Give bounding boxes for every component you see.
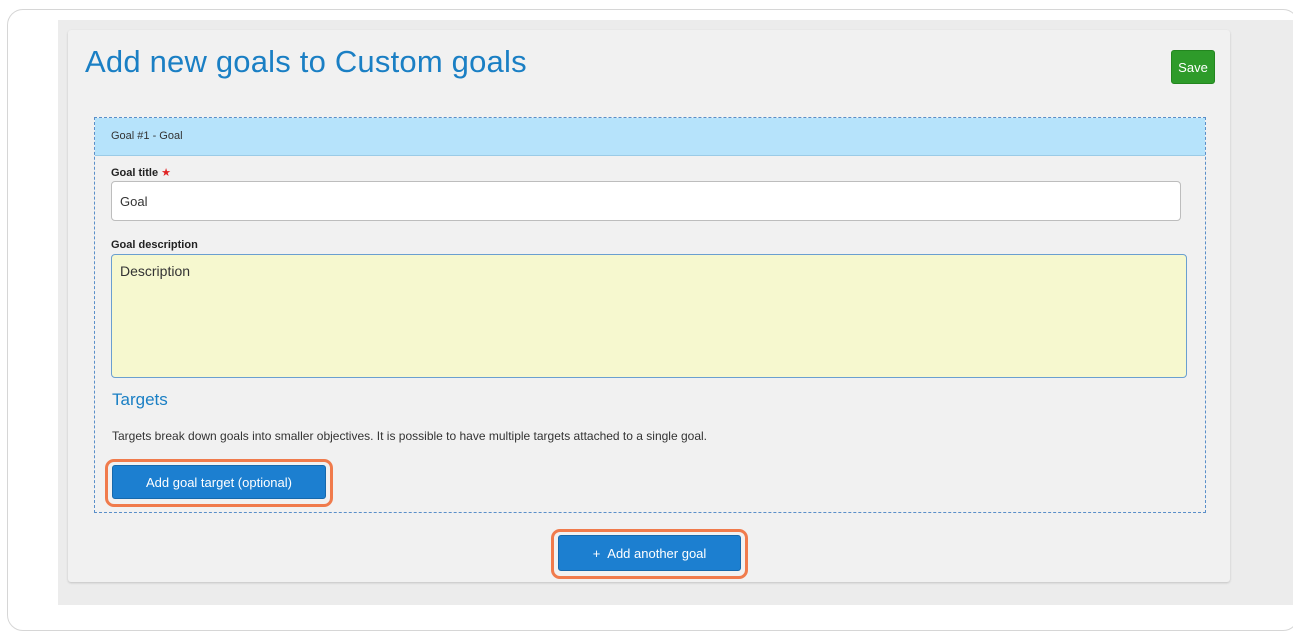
goal-description-textarea[interactable]: Description <box>111 254 1187 378</box>
goal-title-label-text: Goal title <box>111 167 159 179</box>
targets-heading: Targets <box>112 390 168 409</box>
add-goal-target-button[interactable]: Add goal target (optional) <box>112 465 326 499</box>
goal-title-label: Goal title ★ <box>111 166 171 179</box>
goal-card-header: Goal #1 - Goal <box>95 118 1205 156</box>
add-another-goal-button[interactable]: + Add another goal <box>558 535 741 571</box>
targets-help-text: Targets break down goals into smaller ob… <box>112 429 707 443</box>
goal-title-input[interactable] <box>111 181 1181 221</box>
goal-description-label: Goal description <box>111 239 198 251</box>
goal-card-header-label: Goal #1 - Goal <box>111 130 183 142</box>
required-star-icon: ★ <box>161 167 171 179</box>
save-button[interactable]: Save <box>1171 50 1215 84</box>
add-another-goal-label: Add another goal <box>607 545 707 561</box>
page-title: Add new goals to Custom goals <box>85 44 527 79</box>
plus-icon: + <box>592 545 601 561</box>
goal-card: Goal #1 - Goal Goal title★ Goal descript… <box>94 117 1206 513</box>
